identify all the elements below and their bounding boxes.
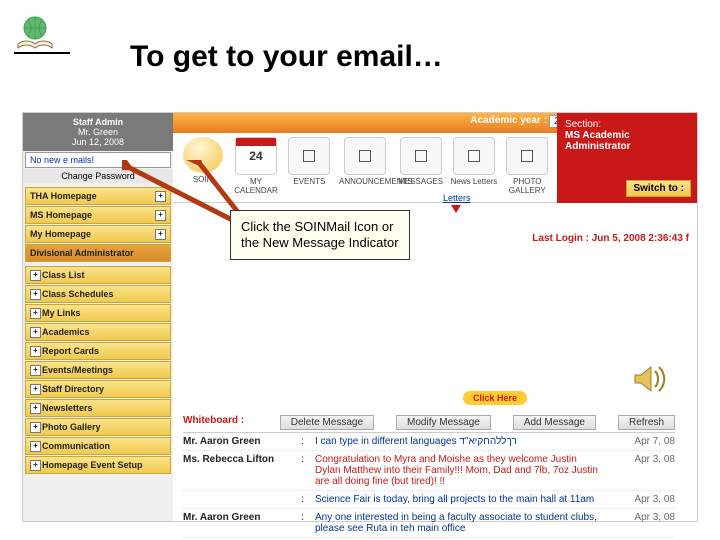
toolbar-item[interactable]: PHOTO GALLERY (504, 137, 551, 198)
sidebar-item[interactable]: Homepage Event Setup+ (25, 456, 171, 474)
toolbar-label: MESSAGES (397, 177, 444, 186)
expand-icon[interactable]: + (30, 346, 41, 357)
add-message-button[interactable]: Add Message (513, 415, 596, 430)
message-author: Mr. Aaron Green (183, 512, 293, 534)
message-date: Apr 3, 08 (613, 494, 675, 505)
nav-secondary: Class List+Class Schedules+My Links+Acad… (23, 266, 173, 474)
colon: : (301, 436, 307, 447)
photo-gallery-icon[interactable] (506, 137, 548, 175)
click-here-button[interactable]: Click Here (463, 391, 527, 405)
expand-icon[interactable]: + (30, 460, 41, 471)
whiteboard-toolbar: Whiteboard : Delete Message Modify Messa… (183, 413, 675, 433)
expand-icon[interactable]: + (30, 289, 41, 300)
current-date: Jun 12, 2008 (23, 137, 173, 147)
callout-line: the New Message Indicator (241, 235, 399, 251)
sidebar-item[interactable]: Events/Meetings+ (25, 361, 171, 379)
colon: : (301, 512, 307, 534)
delete-message-button[interactable]: Delete Message (280, 415, 374, 430)
sidebar-item[interactable]: Communication+ (25, 437, 171, 455)
last-login: Last Login : Jun 5, 2008 2:36:43 f (532, 233, 689, 244)
announcements-icon[interactable] (344, 137, 386, 175)
sidebar-item[interactable]: Staff Directory+ (25, 380, 171, 398)
modify-message-button[interactable]: Modify Message (396, 415, 491, 430)
message-text: Congratulation to Myra and Moishe as the… (315, 454, 605, 487)
user-header: Staff Admin Mr. Green Jun 12, 2008 (23, 113, 173, 151)
sidebar-item[interactable]: Newsletters+ (25, 399, 171, 417)
speaker-icon[interactable] (631, 361, 667, 397)
message-text: Science Fair is today, bring all project… (315, 494, 605, 505)
message-row[interactable]: Ms. Rebecca Lifton:Congratulation to Myr… (183, 451, 675, 491)
section-label: Section: (565, 119, 689, 130)
events-icon[interactable] (288, 137, 330, 175)
toolbar-label: PHOTO GALLERY (504, 177, 551, 195)
toolbar-label: News Letters (450, 177, 497, 186)
expand-icon[interactable]: + (30, 327, 41, 338)
message-date: Apr 7, 08 (613, 436, 675, 447)
messages-icon[interactable] (400, 137, 442, 175)
message-row[interactable]: Mr. Aaron Green: Any one interested in be… (183, 509, 675, 538)
section-panel: Section: MS Academic Administrator Switc… (557, 113, 697, 203)
switch-to-button[interactable]: Switch to : (626, 180, 691, 197)
message-list: Mr. Aaron Green: I can type in different … (183, 433, 675, 538)
sidebar-item[interactable]: Class List+ (25, 266, 171, 284)
toolbar-item[interactable]: News Letters (450, 137, 497, 198)
expand-icon[interactable]: + (30, 422, 41, 433)
sidebar-item[interactable]: My Links+ (25, 304, 171, 322)
expand-icon[interactable]: + (30, 308, 41, 319)
expand-icon[interactable]: + (30, 441, 41, 452)
slide-title: To get to your email… (130, 40, 443, 74)
message-row[interactable]: Mr. Aaron Green: I can type in different … (183, 433, 675, 451)
colon: : (301, 494, 307, 505)
callout-line: Click the SOINMail Icon or (241, 219, 399, 235)
colon: : (301, 454, 307, 487)
chevron-down-icon[interactable] (451, 205, 461, 213)
expand-icon[interactable]: + (30, 384, 41, 395)
expand-icon[interactable]: + (30, 270, 41, 281)
message-author: Mr. Aaron Green (183, 436, 293, 447)
toolbar-item[interactable]: EVENTS (286, 137, 333, 198)
slide: To get to your email… Staff Admin Mr. Gr… (0, 0, 720, 540)
sidebar-item[interactable]: Report Cards+ (25, 342, 171, 360)
whiteboard: Whiteboard : Delete Message Modify Messa… (183, 413, 675, 538)
user-role: Staff Admin (73, 117, 123, 127)
letters-link[interactable]: Letters (443, 193, 471, 203)
instruction-callout: Click the SOINMail Icon or the New Messa… (230, 210, 410, 260)
sidebar-item[interactable]: Photo Gallery+ (25, 418, 171, 436)
message-date: Apr 3, 08 (613, 454, 675, 487)
toolbar-item[interactable]: MESSAGES (397, 137, 444, 198)
nav-section-header: Divisional Administrator (25, 244, 171, 262)
academic-year-label: Academic year : (470, 115, 547, 126)
section-name: MS Academic Administrator (565, 130, 689, 152)
sidebar-item[interactable]: Academics+ (25, 323, 171, 341)
news-letters-icon[interactable] (453, 137, 495, 175)
toolbar-item[interactable]: ANNOUNCEMENTS (339, 137, 391, 198)
toolbar-label: ANNOUNCEMENTS (339, 177, 391, 186)
message-text: I can type in different languages רךללהח… (315, 436, 605, 447)
sidebar-item[interactable]: Class Schedules+ (25, 285, 171, 303)
message-author: Ms. Rebecca Lifton (183, 454, 293, 487)
message-author (183, 494, 293, 505)
message-row[interactable]: : Science Fair is today, bring all projec… (183, 491, 675, 509)
message-date: Apr 3, 08 (613, 512, 675, 534)
toolbar-label: EVENTS (286, 177, 333, 186)
user-name: Mr. Green (23, 127, 173, 137)
whiteboard-label: Whiteboard : (183, 415, 244, 430)
book-globe-logo-icon (14, 14, 56, 50)
refresh-button[interactable]: Refresh (618, 415, 675, 430)
message-text: Any one interested in being a faculty as… (315, 512, 605, 534)
expand-icon[interactable]: + (30, 403, 41, 414)
expand-icon[interactable]: + (30, 365, 41, 376)
divider (14, 52, 70, 54)
